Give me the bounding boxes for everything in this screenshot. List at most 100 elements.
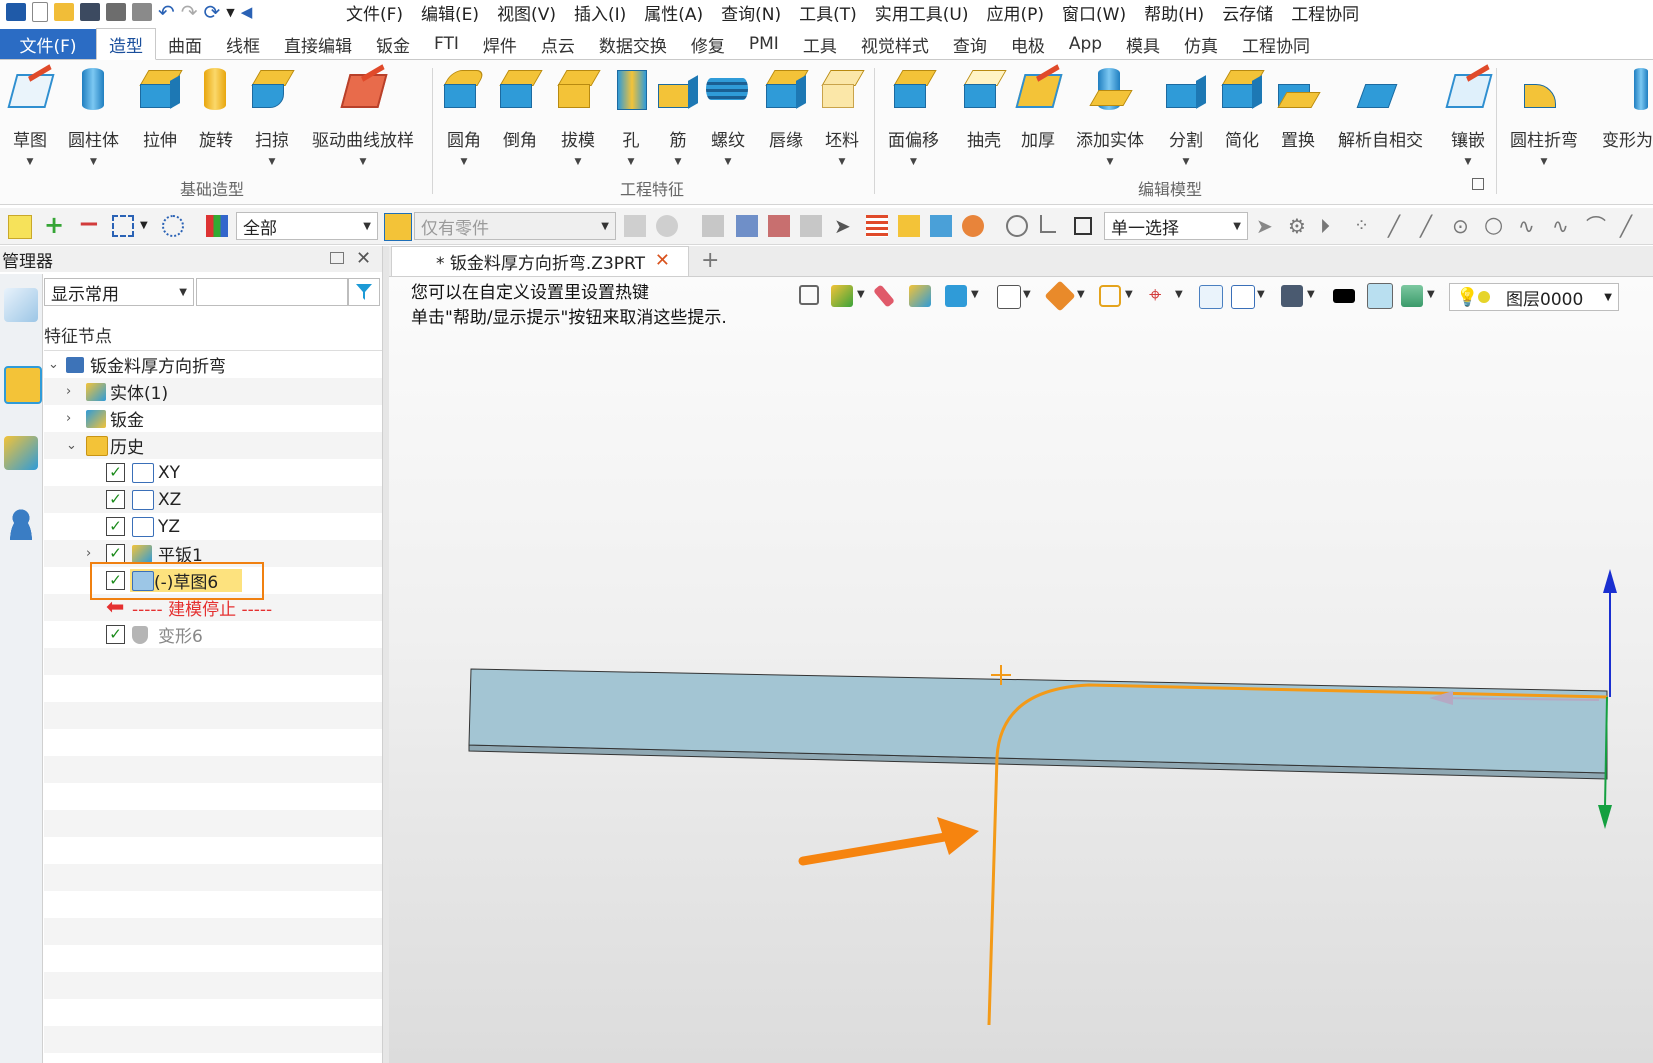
settings-gear-icon[interactable]: ⚙ [1288,215,1310,237]
filter-a-icon[interactable] [702,215,724,237]
draft-button[interactable]: 拔模 ▼ [556,66,601,167]
cylinder-fold-button[interactable]: 圆柱折弯 ▼ [1510,66,1578,167]
close-icon[interactable]: ✕ [356,248,371,269]
add-solid-button[interactable]: 添加实体 ▼ [1076,66,1144,167]
tab-direct-edit[interactable]: 直接编辑 [272,29,364,59]
document-tab[interactable]: * 钣金料厚方向折弯.Z3PRT ✕ [391,246,689,276]
chevron-down-icon[interactable]: ▼ [27,157,34,167]
menu-view[interactable]: 视图(V) [497,0,556,25]
solid-view-icon[interactable] [909,285,931,307]
wire-cube-icon[interactable] [997,285,1021,309]
back-arrow-icon[interactable]: ◀ [241,3,253,21]
chevron-down-icon[interactable]: ▼ [1175,289,1183,300]
layer-select[interactable]: 💡 图层0000 ▼ [1449,283,1619,311]
scene-view-icon[interactable] [4,436,38,470]
exit-icon[interactable] [799,285,819,305]
list-icon[interactable] [866,215,888,237]
line-icon[interactable]: ╱ [1388,215,1410,237]
chevron-right-icon[interactable]: › [66,384,71,399]
lip-button[interactable]: 唇缘 [764,66,809,167]
layers-icon[interactable] [1401,285,1423,307]
graphics-viewport[interactable]: 您可以在自定义设置里设置热键 单击"帮助/显示提示"按钮来取消这些提示. ▼ ▼… [389,277,1653,1063]
face-offset-button[interactable]: 面偏移 ▼ [888,66,939,167]
chevron-down-icon[interactable]: ▼ [360,157,367,167]
pick-arrow-icon[interactable]: ➤ [1256,215,1278,237]
menu-collaboration[interactable]: 工程协同 [1291,0,1359,25]
chevron-down-icon[interactable]: ▼ [1125,289,1133,300]
pick-icon[interactable] [8,215,32,239]
drive-curve-loft-button[interactable]: 驱动曲线放样 ▼ [312,66,414,167]
filter-b-icon[interactable] [736,215,758,237]
curve-icon[interactable]: ∿ [1518,215,1540,237]
simplify-button[interactable]: 简化 [1220,66,1265,167]
tree-node-deform[interactable]: ✓ 变形6 [44,621,382,648]
stop-icon[interactable] [1074,217,1092,235]
chevron-down-icon[interactable]: ⌄ [66,438,77,453]
chevron-right-icon[interactable]: › [86,546,91,561]
filter-colors-icon[interactable] [206,215,228,237]
undo-icon[interactable]: ↶ [158,0,175,24]
clock-icon[interactable] [1006,215,1028,237]
history-tree-icon[interactable] [4,288,38,322]
line-point-icon[interactable]: ╱ [1420,215,1442,237]
tree-search-input[interactable] [196,278,348,306]
sweep-button[interactable]: 扫掠 ▼ [250,66,295,167]
visibility-checkbox[interactable]: ✓ [106,517,125,536]
tab-point-cloud[interactable]: 点云 [529,29,587,59]
tab-engineering-collab[interactable]: 工程协同 [1230,29,1322,59]
file-tab[interactable]: 文件(F) [0,29,96,59]
gear-part-icon[interactable] [962,215,984,237]
tab-electrode[interactable]: 电极 [999,29,1057,59]
tree-node-yz[interactable]: ✓ YZ [44,513,382,540]
menu-tools[interactable]: 工具(T) [799,0,857,25]
points-icon[interactable]: ⁘ [1354,215,1376,237]
close-icon[interactable]: ✕ [655,250,670,271]
menu-window[interactable]: 窗口(W) [1062,0,1126,25]
thread-button[interactable]: 螺纹 ▼ [706,66,750,167]
replace-button[interactable]: 置换 [1276,66,1321,167]
chevron-down-icon[interactable]: ⌄ [48,357,59,372]
menu-inquire[interactable]: 查询(N) [721,0,781,25]
chevron-down-icon[interactable]: ▼ [971,289,979,300]
chamfer-button[interactable]: 倒角 [498,66,543,167]
monitor-icon[interactable] [1281,285,1303,307]
tab-sheet-metal[interactable]: 钣金 [364,29,422,59]
extrude-button[interactable]: 拉伸 [138,66,183,167]
add-icon[interactable]: + [44,213,66,237]
eraser-icon[interactable] [873,284,895,308]
menu-attributes[interactable]: 属性(A) [644,0,703,25]
tree-icon[interactable] [930,215,952,237]
render-mode-icon[interactable] [1044,280,1076,312]
datum-display-icon[interactable] [1231,285,1255,309]
tab-surface[interactable]: 曲面 [156,29,214,59]
tree-node-xy[interactable]: ✓ XY [44,459,382,486]
crosshair-icon[interactable]: ⌖ [1149,285,1171,307]
circle-center-icon[interactable]: ⊙ [1452,215,1474,237]
menu-utilities[interactable]: 实用工具(U) [875,0,969,25]
chevron-down-icon[interactable]: ▼ [140,215,152,237]
resolve-self-intersect-button[interactable]: 解析自相交 [1338,66,1423,167]
layer-filter-icon[interactable] [831,285,853,307]
split-button[interactable]: 分割 ▼ [1164,66,1208,167]
tab-app[interactable]: App [1057,29,1114,59]
visibility-checkbox[interactable]: ✓ [106,463,125,482]
customize-dropdown-icon[interactable]: ▼ [226,6,234,19]
remove-icon[interactable]: − [78,211,100,237]
chevron-right-icon[interactable]: › [66,411,71,426]
tab-wireframe[interactable]: 线框 [214,29,272,59]
box-select-icon[interactable] [112,215,134,237]
tree-node-xz[interactable]: ✓ XZ [44,486,382,513]
chevron-down-icon[interactable]: ▼ [675,157,682,167]
chevron-down-icon[interactable]: ▼ [269,157,276,167]
restore-panel-icon[interactable] [330,252,344,264]
rib-button[interactable]: 筋 ▼ [656,66,700,167]
tab-tools[interactable]: 工具 [791,29,849,59]
tab-weldment[interactable]: 焊件 [471,29,529,59]
chevron-down-icon[interactable]: ▼ [1541,157,1548,167]
menu-cloud-storage[interactable]: 云存储 [1222,0,1273,25]
shaded-cube-icon[interactable] [945,285,967,307]
dialog-launcher-icon[interactable] [1472,178,1484,190]
cursor-icon[interactable]: ➤ [834,215,856,237]
fillet-button[interactable]: 圆角 ▼ [442,66,487,167]
tree-node-sheetmetal[interactable]: › 钣金 [44,405,382,432]
